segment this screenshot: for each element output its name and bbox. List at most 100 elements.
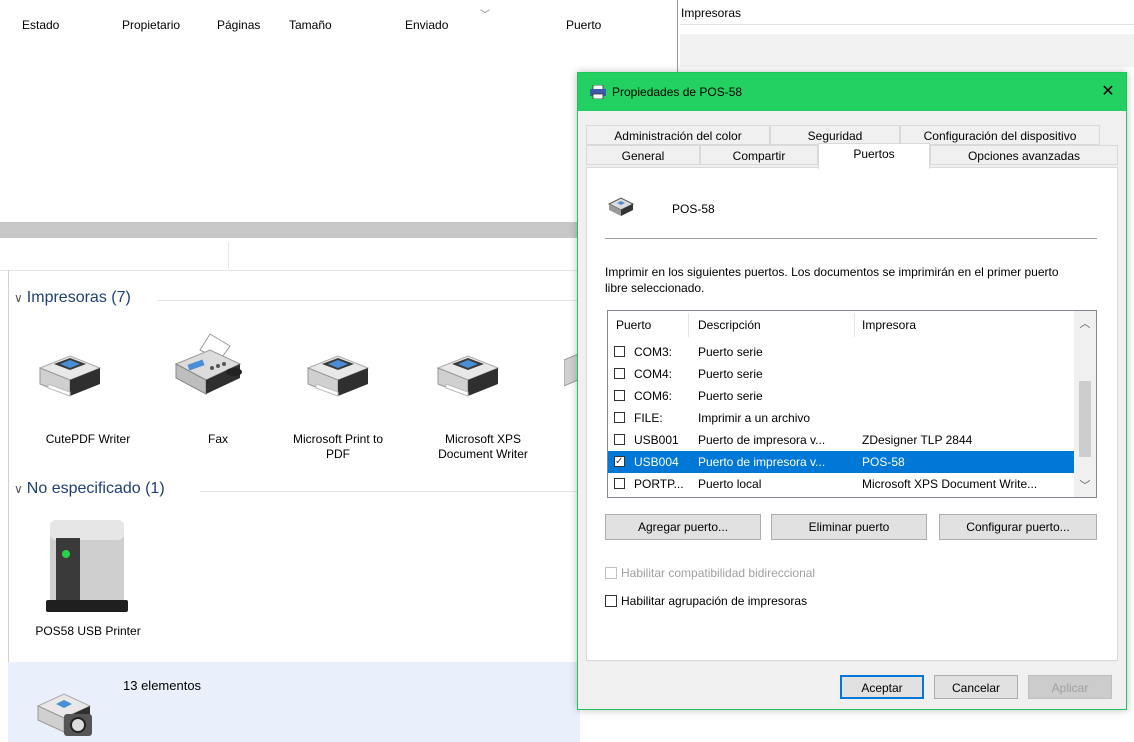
port-checkbox[interactable] [614,434,625,445]
port-row-com4[interactable]: COM4: Puerto serie [608,363,1074,385]
tab-seguridad[interactable]: Seguridad [770,125,900,145]
chevron-down-icon[interactable]: ﹀ [1074,477,1096,493]
delete-port-button[interactable]: Eliminar puerto [771,514,927,540]
port-checkbox[interactable] [614,346,625,357]
dialog-title-bar[interactable]: Propiedades de POS-58 ✕ [578,73,1126,111]
port-description: Puerto local [698,477,762,491]
port-description: Puerto de impresora v... [698,455,826,469]
group-impresoras[interactable]: ∨ Impresoras (7) [14,289,131,307]
tab-general[interactable]: General [586,145,700,165]
ports-list[interactable]: Puerto Descripción Impresora COM3: Puert… [607,310,1097,498]
usb-printer-icon [46,520,128,612]
printer-icon [306,355,370,397]
properties-dialog: Propiedades de POS-58 ✕ Administración d… [577,72,1127,710]
configure-port-button[interactable]: Configurar puerto... [939,514,1097,540]
printer-item-microsoft-xps[interactable]: Microsoft XPS Document Writer [428,432,538,462]
checkbox-label: Habilitar agrupación de impresoras [621,594,808,608]
port-description: Puerto serie [698,345,763,359]
port-name: COM3: [634,345,673,359]
printer-pooling-checkbox[interactable]: Habilitar agrupación de impresoras [605,594,807,608]
printer-item-cutepdf[interactable]: CutePDF Writer [28,432,148,447]
port-name: FILE: [634,411,663,425]
group-no-especificado[interactable]: ∨ No especificado (1) [14,480,165,498]
fax-icon [174,333,242,395]
printer-camera-icon [36,693,92,736]
port-row-usb004[interactable]: USB004 Puerto de impresora v... POS-58 [608,451,1074,473]
column-separator [688,313,689,337]
port-row-com6[interactable]: COM6: Puerto serie [608,385,1074,407]
chevron-up-icon[interactable]: ︿ [1074,315,1096,331]
port-name: COM4: [634,367,673,381]
port-checkbox[interactable] [614,412,625,423]
column-propietario[interactable]: Propietario [122,18,180,32]
printer-item-microsoft-print-to-pdf[interactable]: Microsoft Print to PDF [283,432,393,462]
port-name: USB001 [634,433,679,447]
group-divider [200,491,578,492]
explorer-left-edge [8,270,9,662]
close-button[interactable]: ✕ [1096,81,1120,103]
printer-item-pos58[interactable]: POS58 USB Printer [28,624,148,639]
window-splitter[interactable] [0,222,580,238]
right-panel-divider [680,24,1134,25]
column-puerto[interactable]: Puerto [566,18,601,32]
chevron-down-icon: ﹀ [480,10,490,21]
port-row-usb001[interactable]: USB001 Puerto de impresora v... ZDesigne… [608,429,1074,451]
checkbox-box[interactable] [605,567,617,579]
port-description: Imprimir a un archivo [698,411,811,425]
checkbox-label: Habilitar compatibilidad bidireccional [621,566,816,580]
tab-opciones-avanzadas[interactable]: Opciones avanzadas [930,145,1118,165]
right-panel-title: Impresoras [681,6,742,20]
group-label: No especificado (1) [26,480,165,497]
column-puerto[interactable]: Puerto [616,311,651,339]
port-printer: Microsoft XPS Document Write... [862,477,1038,491]
port-checkbox[interactable] [614,451,625,473]
vertical-scrollbar[interactable]: ︿ ﹀ [1074,311,1096,497]
tab-puertos[interactable]: Puertos [818,143,930,169]
separator [605,238,1097,239]
printer-icon [590,85,606,99]
explorer-header [0,238,580,271]
column-descripcion[interactable]: Descripción [698,311,761,339]
apply-button[interactable]: Aplicar [1028,675,1112,699]
window-divider [677,0,678,75]
port-row-com3[interactable]: COM3: Puerto serie [608,341,1074,363]
port-description: Puerto de impresora v... [698,433,826,447]
add-port-button[interactable]: Agregar puerto... [605,514,761,540]
printer-icon [38,355,102,397]
tab-compartir[interactable]: Compartir [700,145,818,165]
tab-configuracion-dispositivo[interactable]: Configuración del dispositivo [900,125,1100,145]
port-row-file[interactable]: FILE: Imprimir a un archivo [608,407,1074,429]
bidirectional-checkbox[interactable]: Habilitar compatibilidad bidireccional [605,566,815,580]
tab-administracion-color[interactable]: Administración del color [586,125,770,145]
port-checkbox[interactable] [614,368,625,379]
port-printer: POS-58 [862,455,905,469]
ok-button[interactable]: Aceptar [840,675,924,699]
column-paginas[interactable]: Páginas [217,18,260,32]
chevron-down-icon: ∨ [14,482,23,496]
printer-icon [564,353,578,387]
port-description: Puerto serie [698,367,763,381]
port-checkbox[interactable] [614,478,625,489]
group-divider [158,300,578,301]
port-name: PORTP... [634,477,684,491]
column-impresora[interactable]: Impresora [862,311,916,339]
column-tamano[interactable]: Tamaño [289,18,332,32]
scrollbar-thumb[interactable] [1079,381,1091,457]
checkbox-box[interactable] [605,595,617,607]
column-enviado[interactable]: Enviado [405,18,448,32]
printer-icon [436,355,500,397]
column-separator [854,313,855,337]
printer-item-fax[interactable]: Fax [158,432,278,447]
port-checkbox[interactable] [614,390,625,401]
item-count: 13 elementos [123,678,202,693]
printer-icon [607,197,635,216]
port-name: USB004 [634,455,679,469]
tab-panel-puertos: POS-58 Imprimir en los siguientes puerto… [586,167,1118,661]
port-row-portp[interactable]: PORTP... Puerto local Microsoft XPS Docu… [608,473,1074,495]
port-description: Puerto serie [698,389,763,403]
cancel-button[interactable]: Cancelar [934,675,1018,699]
printer-name: POS-58 [672,202,715,216]
print-queue-header: Estado Propietario Páginas Tamaño Enviad… [0,0,678,50]
column-estado[interactable]: Estado [22,18,59,32]
details-pane: 13 elementos [8,662,580,742]
